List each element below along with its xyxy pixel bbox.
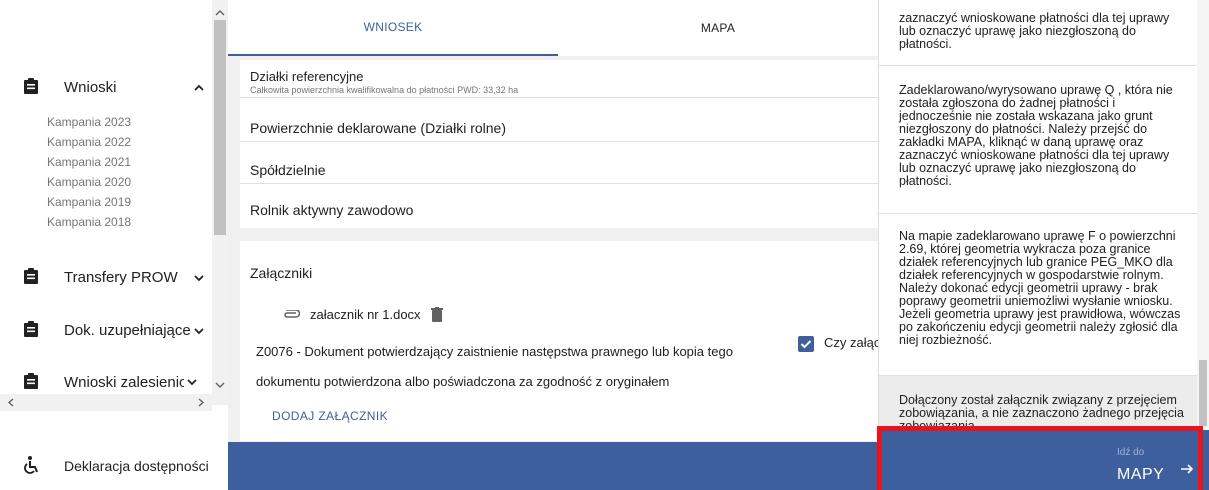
sidebar-item-kampania-2018[interactable]: Kampania 2018 <box>47 215 131 229</box>
attachments-card: Załączniki załacznik nr 1.docx Z0076 - D… <box>240 241 880 441</box>
tab-mapa[interactable]: MAPA <box>558 0 878 56</box>
sidebar-item-dok-uzupelniajace[interactable]: Dok. uzupełniające <box>64 322 191 339</box>
clipboard-icon <box>24 373 38 389</box>
paperclip-icon <box>284 309 300 318</box>
attachments-title: Załączniki <box>250 265 313 281</box>
chevron-down-icon[interactable] <box>184 374 200 390</box>
accessibility-icon <box>24 456 38 474</box>
section-title: Działki referencyjne <box>250 69 364 84</box>
scroll-right-icon[interactable] <box>196 397 206 408</box>
section-subtitle: Całkowita powierzchnia kwalifikowalna do… <box>250 85 519 95</box>
tab-wniosek[interactable]: WNIOSEK <box>228 0 558 56</box>
main-content: WNIOSEK MAPA Działki referencyjne Całkow… <box>228 0 880 490</box>
attachment-file-row: załacznik nr 1.docx <box>282 307 443 322</box>
attachment-checkbox[interactable] <box>798 336 814 352</box>
trash-icon[interactable] <box>430 307 443 322</box>
tab-bar: WNIOSEK MAPA <box>228 0 878 56</box>
messages-panel: zaznaczyć wnioskowane płatności dla tej … <box>878 0 1209 490</box>
highlight-box <box>877 426 1203 490</box>
clipboard-icon <box>24 268 38 284</box>
sidebar: Wnioski Kampania 2023 Kampania 2022 Kamp… <box>0 0 228 490</box>
sidebar-item-kampania-2023[interactable]: Kampania 2023 <box>47 115 131 129</box>
attachment-description: Z0076 - Dokument potwierdzający zaistnie… <box>256 344 733 389</box>
section-dzialki-referencyjne[interactable]: Działki referencyjne Całkowita powierzch… <box>240 60 880 98</box>
section-powierzchnie-deklarowane[interactable]: Powierzchnie deklarowane (Działki rolne) <box>240 98 880 142</box>
section-title: Rolnik aktywny zawodowo <box>250 202 414 218</box>
section-spoldzielnie[interactable]: Spółdzielnie <box>240 142 880 184</box>
section-title: Spółdzielnie <box>250 162 326 178</box>
scroll-left-icon[interactable] <box>6 397 16 408</box>
sidebar-item-wnioski[interactable]: Wnioski <box>64 79 117 96</box>
section-rolnik-aktywny[interactable]: Rolnik aktywny zawodowo <box>240 184 880 228</box>
message-item: zaznaczyć wnioskowane płatności dla tej … <box>879 10 1197 66</box>
sidebar-item-kampania-2021[interactable]: Kampania 2021 <box>47 155 131 169</box>
sidebar-item-deklaracja-dostepnosci[interactable]: Deklaracja dostępności <box>64 458 209 474</box>
sidebar-item-kampania-2020[interactable]: Kampania 2020 <box>47 175 131 189</box>
panel-scrollbar-thumb[interactable] <box>1199 360 1207 426</box>
scroll-down-icon[interactable] <box>214 380 226 390</box>
section-title: Powierzchnie deklarowane (Działki rolne) <box>250 120 506 136</box>
scroll-up-icon[interactable] <box>214 8 226 18</box>
add-attachment-button[interactable]: DODAJ ZAŁĄCZNIK <box>272 409 388 423</box>
sidebar-item-wnioski-zalesieniowe[interactable]: Wnioski zalesieniowe <box>64 374 184 391</box>
sidebar-item-kampania-2019[interactable]: Kampania 2019 <box>47 195 131 209</box>
chevron-up-icon[interactable] <box>191 80 207 96</box>
chevron-down-icon[interactable] <box>191 323 207 339</box>
clipboard-icon <box>24 321 38 337</box>
check-icon <box>800 340 812 349</box>
attachment-file-name[interactable]: załacznik nr 1.docx <box>310 307 421 322</box>
sections-card: Działki referencyjne Całkowita powierzch… <box>240 60 880 228</box>
chevron-down-icon[interactable] <box>191 270 207 286</box>
sidebar-horizontal-scrollbar[interactable] <box>0 394 212 411</box>
sidebar-item-transfery[interactable]: Transfery PROW <box>64 269 178 286</box>
clipboard-icon <box>24 78 38 94</box>
sidebar-scrollbar-thumb[interactable] <box>214 20 226 235</box>
bottom-action-bar <box>228 442 878 490</box>
attachment-checkbox-label: Czy załącznik <box>824 335 880 350</box>
sidebar-item-kampania-2022[interactable]: Kampania 2022 <box>47 135 131 149</box>
message-item: Na mapie zadeklarowano uprawę F o powier… <box>879 214 1197 376</box>
message-item: Zadeklarowano/wyrysowano uprawę Q , któr… <box>879 66 1197 214</box>
